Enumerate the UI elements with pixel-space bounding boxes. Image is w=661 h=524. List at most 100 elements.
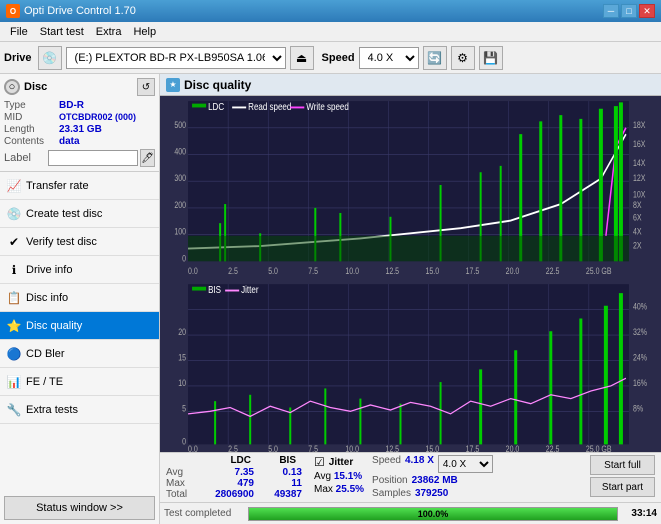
speed-key: Speed: [372, 455, 401, 473]
jitter-max-label: Max: [314, 484, 336, 495]
svg-text:15.0: 15.0: [426, 266, 440, 276]
svg-text:24%: 24%: [633, 353, 647, 363]
jitter-header: ☑ Jitter: [314, 455, 364, 469]
disc-length-label: Length: [4, 124, 59, 135]
start-full-btn[interactable]: Start full: [590, 455, 655, 475]
svg-text:20.0: 20.0: [506, 266, 520, 276]
position-val: 23862 MB: [412, 475, 458, 486]
disc-info-label: Disc info: [26, 292, 68, 304]
max-bis: 11: [262, 478, 302, 489]
svg-text:12.5: 12.5: [385, 444, 399, 452]
svg-text:6X: 6X: [633, 213, 642, 223]
sidebar-item-verify-test-disc[interactable]: ✔ Verify test disc: [0, 228, 159, 256]
menu-bar: File Start test Extra Help: [0, 22, 661, 42]
svg-text:8%: 8%: [633, 404, 643, 414]
speed-position-col: Speed 4.18 X 4.0 X Position 23862 MB Sam…: [372, 455, 493, 499]
svg-text:14X: 14X: [633, 158, 646, 168]
disc-contents-value: data: [59, 136, 80, 147]
refresh-button[interactable]: 🔄: [423, 46, 447, 70]
max-row: Max 479 11: [166, 478, 302, 489]
menu-start-test[interactable]: Start test: [34, 25, 90, 39]
sidebar-item-drive-info[interactable]: ℹ Drive info: [0, 256, 159, 284]
svg-text:18X: 18X: [633, 120, 646, 130]
position-key: Position: [372, 475, 408, 486]
svg-text:0: 0: [182, 254, 186, 264]
progress-track: 100.0%: [248, 507, 618, 521]
svg-text:200: 200: [174, 200, 186, 210]
sidebar-item-extra-tests[interactable]: 🔧 Extra tests: [0, 396, 159, 424]
disc-length-row: Length 23.31 GB: [4, 124, 155, 135]
svg-text:10.0: 10.0: [345, 444, 359, 452]
disc-type-label: Type: [4, 100, 59, 111]
create-test-disc-icon: 💿: [6, 206, 22, 222]
speed-row: Speed 4.18 X 4.0 X: [372, 455, 493, 473]
save-button[interactable]: 💾: [479, 46, 503, 70]
app-icon: O: [6, 4, 20, 18]
speed-select[interactable]: 4.0 X: [359, 47, 419, 69]
minimize-button[interactable]: ─: [603, 4, 619, 18]
sidebar: ○ Disc ↺ Type BD-R MID OTCBDR002 (000) L…: [0, 74, 160, 524]
app-title: Opti Drive Control 1.70: [24, 5, 603, 17]
disc-label-row: Label 🖊: [4, 149, 155, 167]
jitter-checkbox[interactable]: ☑: [314, 455, 325, 469]
menu-extra[interactable]: Extra: [90, 25, 128, 39]
disc-quality-icon: ⭐: [6, 318, 22, 334]
disc-label-input[interactable]: [48, 150, 138, 166]
svg-text:4X: 4X: [633, 227, 642, 237]
start-part-btn[interactable]: Start part: [590, 477, 655, 497]
status-text: Test completed: [164, 508, 244, 519]
sidebar-item-create-test-disc[interactable]: 💿 Create test disc: [0, 200, 159, 228]
eject-button[interactable]: ⏏: [290, 46, 314, 70]
svg-text:16%: 16%: [633, 378, 647, 388]
settings-button[interactable]: ⚙: [451, 46, 475, 70]
jitter-max-row: Max 25.5%: [314, 484, 364, 495]
sidebar-item-transfer-rate[interactable]: 📈 Transfer rate: [0, 172, 159, 200]
disc-mid-value: OTCBDR002 (000): [59, 112, 136, 123]
disc-refresh-btn[interactable]: ↺: [137, 78, 155, 96]
svg-text:25.0 GB: 25.0 GB: [586, 266, 612, 276]
close-button[interactable]: ✕: [639, 4, 655, 18]
drive-select[interactable]: (E:) PLEXTOR BD-R PX-LB950SA 1.06: [66, 47, 286, 69]
fe-te-icon: 📊: [6, 374, 22, 390]
svg-text:17.5: 17.5: [466, 266, 480, 276]
bis-header: BIS: [251, 455, 296, 466]
extra-tests-icon: 🔧: [6, 402, 22, 418]
svg-text:400: 400: [174, 147, 186, 157]
svg-text:32%: 32%: [633, 327, 647, 337]
main-content: ○ Disc ↺ Type BD-R MID OTCBDR002 (000) L…: [0, 74, 661, 524]
sidebar-item-disc-quality[interactable]: ⭐ Disc quality: [0, 312, 159, 340]
jitter-max-value: 25.5%: [336, 484, 364, 495]
svg-text:15: 15: [178, 353, 186, 363]
time-text: 33:14: [622, 508, 657, 519]
menu-help[interactable]: Help: [127, 25, 162, 39]
svg-text:Write speed: Write speed: [306, 101, 349, 112]
sidebar-item-disc-info[interactable]: 📋 Disc info: [0, 284, 159, 312]
disc-label-btn[interactable]: 🖊: [140, 149, 155, 167]
charts-container: 0 100 200 300 400 500 18X 16X 14X 12X 10…: [160, 96, 661, 452]
svg-text:500: 500: [174, 120, 186, 130]
drive-icon-btn[interactable]: 💿: [38, 46, 62, 70]
disc-contents-row: Contents data: [4, 136, 155, 147]
sidebar-item-cd-bler[interactable]: 🔵 CD Bler: [0, 340, 159, 368]
disc-label-label: Label: [4, 152, 48, 164]
disc-header: ○ Disc ↺: [4, 78, 155, 96]
speed-select2[interactable]: 4.0 X: [438, 455, 493, 473]
verify-test-disc-icon: ✔: [6, 234, 22, 250]
svg-text:10: 10: [178, 378, 186, 388]
avg-ldc: 7.35: [204, 467, 254, 478]
transfer-rate-icon: 📈: [6, 178, 22, 194]
panel-header: ★ Disc quality: [160, 74, 661, 96]
sidebar-item-fe-te[interactable]: 📊 FE / TE: [0, 368, 159, 396]
disc-mid-row: MID OTCBDR002 (000): [4, 112, 155, 123]
svg-text:5.0: 5.0: [268, 444, 278, 452]
jitter-avg-value: 15.1%: [334, 471, 362, 482]
max-ldc: 479: [204, 478, 254, 489]
panel-header-icon: ★: [166, 78, 180, 92]
drive-info-label: Drive info: [26, 264, 72, 276]
status-window-btn[interactable]: Status window >>: [4, 496, 155, 520]
svg-text:2.5: 2.5: [228, 266, 238, 276]
svg-text:40%: 40%: [633, 302, 647, 312]
progress-percent: 100.0%: [418, 509, 449, 519]
menu-file[interactable]: File: [4, 25, 34, 39]
maximize-button[interactable]: □: [621, 4, 637, 18]
